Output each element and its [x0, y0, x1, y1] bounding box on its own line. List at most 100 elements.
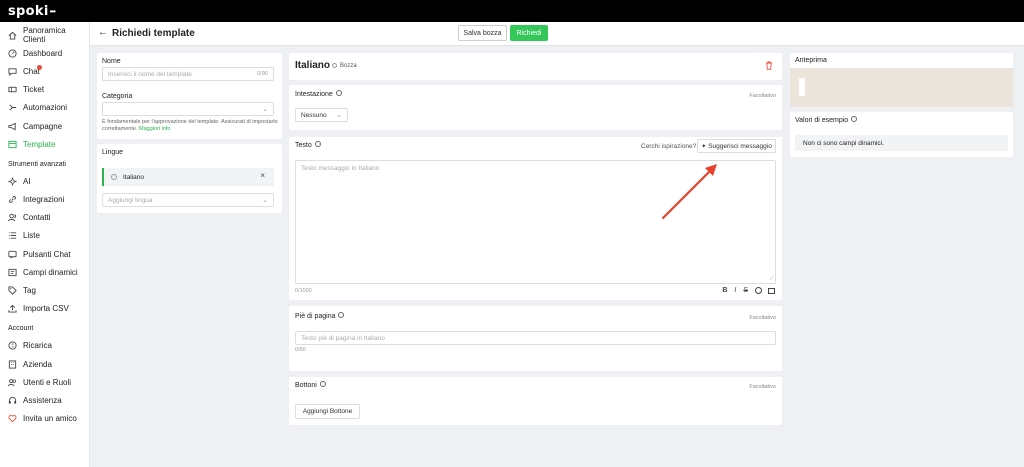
info-icon[interactable] — [335, 90, 342, 97]
sidebar-item-label: Utenti e Ruoli — [23, 377, 72, 387]
sidebar-item-tag[interactable]: Tag — [0, 281, 89, 299]
no-dynamic-fields-text: Non ci sono campi dinamici. — [803, 139, 884, 147]
variable-icon[interactable] — [768, 287, 775, 294]
chat-button-icon — [8, 250, 17, 259]
suggest-message-button[interactable]: ✦ Suggerisci messaggio — [697, 139, 776, 153]
bold-icon[interactable]: B — [722, 287, 727, 294]
preview-message-bubble — [799, 78, 805, 96]
add-button-button[interactable]: Aggiungi Bottone — [295, 404, 360, 419]
sidebar-item-label: Pulsanti Chat — [23, 249, 71, 259]
info-icon[interactable] — [319, 381, 326, 388]
logo-dots: ••• — [49, 6, 56, 16]
sidebar-item-panoramica[interactable]: Panoramica Clienti — [0, 26, 89, 44]
footer-section-card: Piè di pagina Facoltativo Testo piè di p… — [289, 306, 782, 371]
sidebar-item-label: Campagne — [23, 121, 63, 131]
category-select[interactable]: ⌄ — [102, 102, 274, 116]
name-label: Nome — [102, 58, 121, 65]
sidebar-section-tools: Strumenti avanzati — [8, 160, 66, 168]
selected-language-row[interactable]: Italiano × — [102, 168, 274, 186]
sidebar-item-campagne[interactable]: Campagne — [0, 117, 89, 135]
italic-icon[interactable]: I — [734, 287, 736, 294]
circle-icon — [111, 174, 117, 180]
emoji-icon[interactable] — [755, 287, 762, 294]
info-icon[interactable] — [851, 116, 858, 123]
sidebar-item-invita-amico[interactable]: Invita un amico — [0, 410, 89, 428]
fields-icon — [8, 268, 17, 277]
sidebar-item-utenti-ruoli[interactable]: Utenti e Ruoli — [0, 373, 89, 391]
sidebar-item-label: Dashboard — [23, 48, 63, 58]
ticket-icon — [8, 85, 17, 94]
header-section-label: Intestazione — [295, 90, 342, 98]
save-draft-button[interactable]: Salva bozza — [458, 25, 507, 41]
sidebar-item-automazioni[interactable]: Automazioni — [0, 99, 89, 117]
template-name-input[interactable]: Inserisci il nome del template 0/90 — [102, 67, 274, 81]
optional-label: Facoltativo — [749, 93, 776, 99]
contacts-icon — [8, 213, 17, 222]
sidebar-item-label: Automazioni — [23, 103, 68, 113]
sidebar: Panoramica Clienti Dashboard Chat Ticket… — [0, 22, 90, 467]
megaphone-icon — [8, 122, 17, 131]
sidebar-item-label: Panoramica Clienti — [23, 26, 66, 45]
sidebar-item-label: Importa CSV — [23, 304, 69, 314]
resize-handle-icon[interactable]: ⟋ — [770, 276, 774, 283]
coin-icon — [8, 341, 17, 350]
page-header: ← Richiedi template Salva bozza Richiedi — [90, 22, 1024, 46]
sparkle-icon — [8, 176, 17, 186]
message-placeholder: Testo messaggio in Italiano — [301, 165, 380, 172]
sidebar-item-importa-csv[interactable]: Importa CSV — [0, 300, 89, 318]
optional-label: Facoltativo — [749, 384, 776, 390]
sidebar-item-dashboard[interactable]: Dashboard — [0, 44, 89, 62]
sidebar-item-ticket[interactable]: Ticket — [0, 81, 89, 99]
preview-card: Anteprima — [790, 53, 1013, 107]
sidebar-item-label: Liste — [23, 231, 40, 241]
sidebar-item-contatti[interactable]: Contatti — [0, 209, 89, 227]
sidebar-item-label: Ricarica — [23, 341, 52, 351]
sidebar-item-pulsanti-chat[interactable]: Pulsanti Chat — [0, 245, 89, 263]
name-counter: 0/90 — [257, 71, 268, 77]
link-icon — [8, 195, 17, 204]
top-bar: spoki ••• — [0, 0, 1024, 22]
sidebar-section-account: Account — [8, 325, 34, 333]
trash-icon[interactable] — [765, 61, 773, 72]
header-type-select[interactable]: Nessuno ⌄ — [295, 108, 348, 122]
sparkle-icon: ✦ — [701, 143, 707, 150]
sidebar-item-ai[interactable]: AI — [0, 172, 89, 190]
template-icon — [8, 140, 17, 149]
sidebar-item-label: Campi dinamici — [23, 267, 78, 277]
chat-icon — [8, 67, 17, 76]
logo[interactable]: spoki — [8, 4, 49, 19]
sidebar-item-azienda[interactable]: Azienda — [0, 355, 89, 373]
sidebar-item-campi-dinamici[interactable]: Campi dinamici — [0, 263, 89, 281]
strikethrough-icon[interactable]: S — [743, 287, 748, 294]
optional-label: Facoltativo — [749, 315, 776, 321]
chevron-down-icon: ⌄ — [262, 106, 268, 113]
more-info-link[interactable]: Maggiori info — [139, 126, 171, 132]
remove-language-icon[interactable]: × — [260, 171, 265, 180]
info-icon[interactable] — [338, 312, 345, 319]
sidebar-item-integrazioni[interactable]: Integrazioni — [0, 191, 89, 209]
request-button[interactable]: Richiedi — [510, 25, 548, 41]
sidebar-item-chat[interactable]: Chat — [0, 62, 89, 80]
upload-icon — [8, 304, 17, 313]
languages-card: Lingue Italiano × Aggiungi lingua ⌄ — [97, 144, 282, 213]
sidebar-item-assistenza[interactable]: Assistenza — [0, 391, 89, 409]
sidebar-item-label: Tag — [23, 286, 36, 296]
sidebar-item-label: Assistenza — [23, 395, 62, 405]
sidebar-item-label: Invita un amico — [23, 414, 77, 424]
sidebar-item-liste[interactable]: Liste — [0, 227, 89, 245]
suggest-message-label: Suggerisci messaggio — [708, 142, 772, 150]
text-counter: 0/1000 — [295, 288, 312, 294]
footer-input[interactable]: Testo piè di pagina in Italiano — [295, 331, 776, 345]
preview-label: Anteprima — [795, 57, 827, 64]
info-icon[interactable] — [314, 141, 321, 148]
header-section-card: Intestazione Facoltativo Nessuno ⌄ — [289, 85, 782, 130]
example-values-label: Valori di esempio — [795, 116, 858, 124]
sidebar-item-ricarica[interactable]: Ricarica — [0, 337, 89, 355]
home-icon — [8, 31, 17, 40]
text-section-label: Testo — [295, 141, 321, 149]
add-language-select[interactable]: Aggiungi lingua ⌄ — [102, 193, 274, 207]
template-name-placeholder: Inserisci il nome del template — [108, 70, 192, 78]
sidebar-item-template[interactable]: Template — [0, 135, 89, 153]
footer-section-label: Piè di pagina — [295, 312, 345, 320]
back-arrow-icon[interactable]: ← — [98, 27, 108, 38]
